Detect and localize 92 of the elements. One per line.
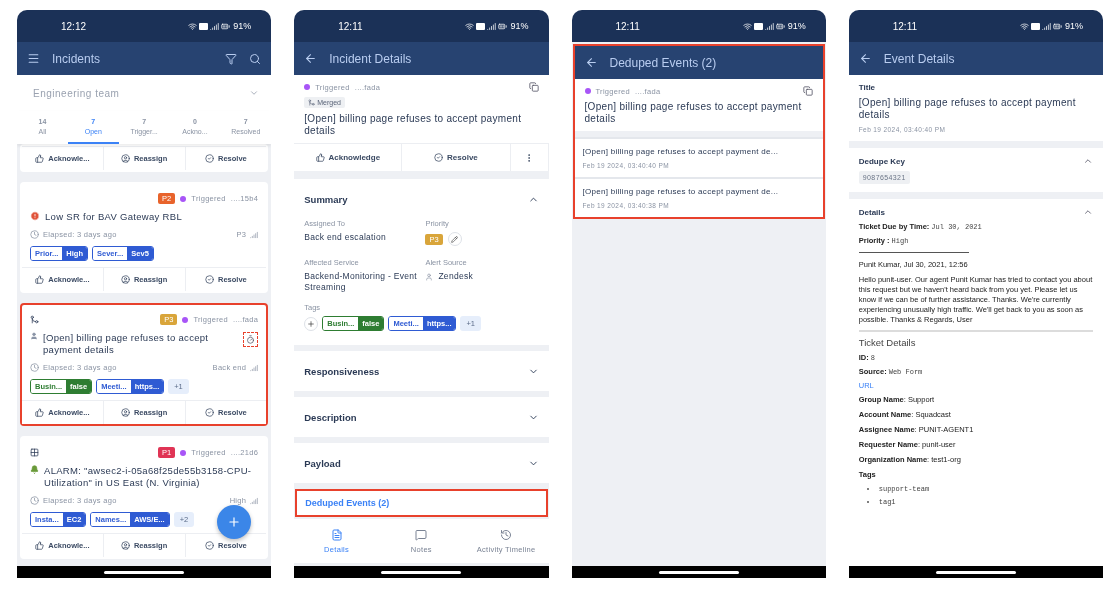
incident-title: [Open] billing page refuses to accept payment details <box>43 332 210 356</box>
collapse-icon[interactable] <box>1083 156 1093 166</box>
thumbs-up-icon <box>35 275 45 284</box>
battery-level: 91% <box>510 21 529 31</box>
deduped-events-link[interactable]: Deduped Events (2) <box>295 489 548 517</box>
search-button[interactable] <box>249 52 262 65</box>
chat-icon <box>415 528 428 541</box>
plus-icon <box>227 515 242 529</box>
battery-level: 91% <box>233 21 252 31</box>
event-title: [Open] billing page refuses to accept payment de... <box>582 147 780 156</box>
bars-icon <box>250 230 259 239</box>
incident-title: ALARM: "awsec2-i-05a68f25de55b3158-CPU-Utilization" in US East (N. Virginia) <box>44 465 253 489</box>
collapse-icon[interactable] <box>1083 207 1093 217</box>
wifi-icon <box>188 21 198 31</box>
thumbs-up-icon <box>35 154 45 163</box>
sim-icon <box>199 22 209 30</box>
collapsed-section[interactable]: Description <box>294 397 549 437</box>
battery-icon <box>221 21 231 31</box>
check-circle-icon <box>205 275 214 284</box>
collapsed-section[interactable]: Payload <box>294 443 549 483</box>
section-title: Details <box>858 207 886 217</box>
sim-icon <box>1031 22 1040 30</box>
sim-icon <box>476 22 486 30</box>
person-icon <box>120 154 130 163</box>
sim-icon <box>753 22 763 30</box>
grid-icon <box>30 448 39 457</box>
bars-icon <box>250 496 259 505</box>
person-icon <box>425 272 434 281</box>
bars-icon <box>250 363 259 372</box>
wifi-icon <box>742 21 752 31</box>
detail-heading: Ticket Details <box>858 337 917 348</box>
screen-title: Event Details <box>883 51 956 66</box>
thumbs-up-icon <box>315 153 325 162</box>
clock-icon <box>30 363 39 372</box>
menu-button[interactable] <box>27 52 40 65</box>
event-title: [Open] billing page refuses to accept payment de... <box>582 187 780 196</box>
field-value: Back end escalation <box>304 232 388 243</box>
section-title: Responsiveness <box>304 365 381 377</box>
battery-icon <box>498 21 508 31</box>
wifi-icon <box>1020 21 1029 31</box>
signal-icon <box>487 21 497 31</box>
clock-icon <box>30 230 39 239</box>
screen-title: Incident Details <box>329 51 413 66</box>
wifi-icon <box>465 21 475 31</box>
check-circle-icon <box>205 408 214 417</box>
filter-button[interactable] <box>225 52 238 65</box>
field-value: Backend-Monitoring - Event Streaming <box>304 271 418 293</box>
copy-icon[interactable] <box>802 86 813 96</box>
history-icon <box>500 528 513 541</box>
plus-icon <box>307 319 316 328</box>
person-icon <box>120 541 130 550</box>
battery-level: 91% <box>1065 21 1083 31</box>
person-icon <box>120 275 130 284</box>
back-button[interactable] <box>304 52 318 65</box>
merge-icon <box>30 315 39 324</box>
battery-level: 91% <box>787 21 806 31</box>
thumbs-up-icon <box>35 408 45 417</box>
event-title: [Open] billing page refuses to accept payment details <box>858 97 1077 121</box>
section-title: Description <box>304 411 358 423</box>
field-value: Zendesk <box>438 271 474 282</box>
section-title: Summary <box>304 193 349 205</box>
person-icon <box>120 408 130 417</box>
status-time: 12:11 <box>338 20 364 32</box>
status-time: 12:11 <box>615 20 641 32</box>
incident-title: Low SR for BAV Gateway RBL <box>45 211 183 223</box>
back-button[interactable] <box>858 52 872 65</box>
battery-icon <box>775 21 785 31</box>
clock-icon <box>30 496 39 505</box>
section-title: Dedupe Key <box>858 156 906 166</box>
chevron-down-icon <box>249 88 260 98</box>
screen-title: Deduped Events (2) <box>609 55 718 70</box>
back-button[interactable] <box>584 56 598 69</box>
check-circle-icon <box>434 153 444 162</box>
check-circle-icon <box>205 154 214 163</box>
signal-icon <box>210 21 220 31</box>
collapsed-section[interactable]: Responsiveness <box>294 351 549 391</box>
incident-title: [Open] billing page refuses to accept payment details <box>304 113 523 137</box>
status-time: 12:11 <box>892 20 919 32</box>
check-circle-icon <box>205 541 214 550</box>
screen-title: Incidents <box>52 51 102 66</box>
copy-icon[interactable] <box>528 82 539 92</box>
signal-icon <box>764 21 774 31</box>
section-title: Payload <box>304 457 342 469</box>
thumbs-up-icon <box>35 541 45 550</box>
signal-icon <box>1042 21 1051 31</box>
battery-icon <box>1053 21 1062 31</box>
document-icon <box>330 528 343 541</box>
merge-icon <box>308 99 316 106</box>
status-time: 12:12 <box>61 20 88 32</box>
section-title: Title <box>858 83 877 92</box>
incident-title: [Open] billing page refuses to accept payment details <box>584 101 803 125</box>
pencil-icon <box>451 235 459 243</box>
